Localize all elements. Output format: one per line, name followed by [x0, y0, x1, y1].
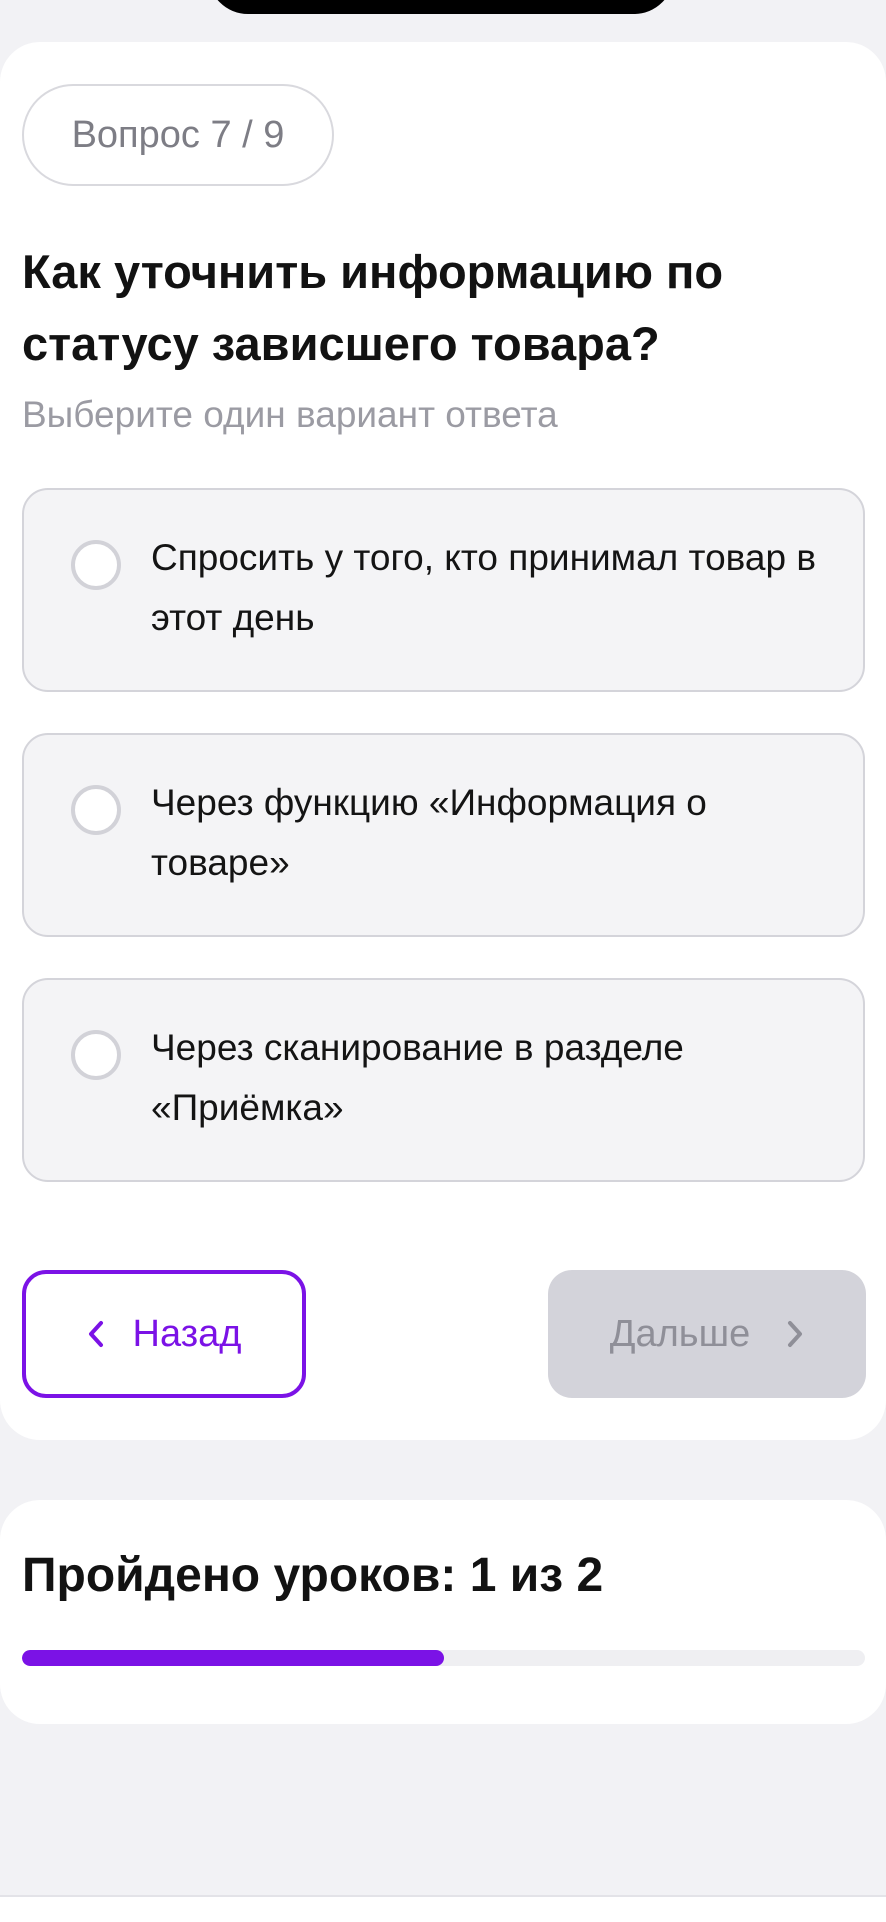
- bottom-navigation-edge: [0, 1895, 886, 1922]
- answer-option-1[interactable]: Спросить у того, кто принимал товар в эт…: [22, 488, 865, 692]
- question-hint: Выберите один вариант ответа: [22, 394, 558, 435]
- lessons-progress-fill: [22, 1650, 444, 1666]
- chevron-left-icon: [88, 1321, 103, 1347]
- radio-button[interactable]: [71, 540, 121, 590]
- answer-option-label: Спросить у того, кто принимал товар в эт…: [151, 537, 816, 638]
- lessons-progress-label: Пройдено уроков: 1 из 2: [22, 1549, 604, 1602]
- radio-button[interactable]: [71, 785, 121, 835]
- question-counter: Вопрос 7 / 9: [22, 84, 334, 186]
- radio-button[interactable]: [71, 1030, 121, 1080]
- lessons-progress-bar: [22, 1650, 865, 1666]
- back-button[interactable]: Назад: [22, 1270, 306, 1398]
- answer-option-label: Через функцию «Информация о товаре»: [151, 782, 707, 883]
- question-title: Как уточнить информацию по статусу завис…: [22, 245, 724, 370]
- back-button-label: Назад: [132, 1312, 242, 1355]
- lessons-progress-card: Пройдено уроков: 1 из 2: [0, 1500, 886, 1724]
- next-button[interactable]: Дальше: [548, 1270, 866, 1398]
- device-notch: [208, 0, 674, 14]
- answer-option-2[interactable]: Через функцию «Информация о товаре»: [22, 733, 865, 937]
- next-button-label: Дальше: [609, 1312, 751, 1355]
- answer-option-3[interactable]: Через сканирование в разделе «Приёмка»: [22, 978, 865, 1182]
- chevron-right-icon: [788, 1321, 803, 1347]
- answer-option-label: Через сканирование в разделе «Приёмка»: [151, 1027, 684, 1128]
- quiz-card: Вопрос 7 / 9 Как уточнить информацию по …: [0, 42, 886, 1440]
